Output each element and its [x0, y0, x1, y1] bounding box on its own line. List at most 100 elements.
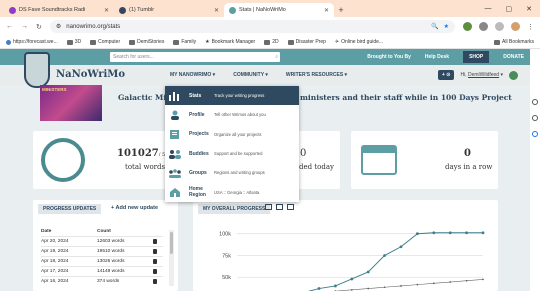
minimize-icon[interactable]: —: [485, 5, 492, 13]
data-point: [481, 231, 485, 235]
y-tick-label: 75k: [222, 253, 231, 259]
bookmark-folder[interactable]: Computer: [90, 39, 120, 45]
site-top-bar: Search for users... ⌕ Brought to You By …: [0, 49, 530, 65]
help-desk-link[interactable]: Help Desk: [425, 54, 449, 60]
table-row: Apr 16, 2024 374 words: [41, 276, 163, 286]
folder-icon: [66, 39, 73, 45]
total-words-label: total words: [125, 163, 166, 171]
back-icon[interactable]: ←: [6, 23, 13, 30]
bookmark-item[interactable]: ★ Bookmark Manager: [205, 39, 255, 45]
data-point: [383, 286, 386, 289]
nav-community[interactable]: COMMUNITY ▾: [233, 72, 268, 78]
browser-tab-3[interactable]: Stats | NaNoWriMo ✕: [224, 3, 334, 17]
panel-title: MY OVERALL PROGRESS: [198, 204, 271, 214]
donate-button[interactable]: DONATE: [503, 54, 524, 60]
browser-tab-2[interactable]: (1) Tumblr ✕: [114, 3, 224, 17]
logo-badge-icon[interactable]: [24, 52, 50, 88]
bookmark-folder[interactable]: DemiStories: [129, 39, 164, 45]
edit-icon[interactable]: [532, 99, 538, 105]
bookmark-item[interactable]: https://forecast.we...: [6, 39, 58, 45]
today-card: 0 ded today: [295, 131, 340, 189]
buddies-icon: [167, 148, 183, 160]
streak-value: 0: [464, 148, 471, 159]
extensions-icon[interactable]: [479, 22, 488, 31]
bookmark-folder[interactable]: 3D: [66, 39, 81, 45]
bookmark-star-icon[interactable]: ★: [444, 23, 449, 30]
bookmark-item[interactable]: ✈ Online bird guide...: [335, 39, 383, 45]
close-icon[interactable]: ✕: [104, 7, 109, 14]
trash-icon[interactable]: [153, 259, 157, 264]
close-icon[interactable]: ✕: [324, 7, 329, 14]
bookmark-folder[interactable]: Disaster Prep: [287, 39, 326, 45]
extension-icon[interactable]: [463, 22, 472, 31]
add-new-update-link[interactable]: + Add new update: [111, 205, 158, 211]
forward-icon[interactable]: →: [21, 23, 28, 30]
site-logo[interactable]: NaNoWriMo: [56, 69, 125, 80]
menu-item-buddies[interactable]: Buddies Support and be supported: [165, 144, 299, 163]
browser-tab-1[interactable]: DS Fave Soundtracks Radi ✕: [4, 3, 114, 17]
reload-icon[interactable]: ↻: [36, 23, 42, 31]
star-icon: ★: [205, 39, 210, 45]
maximize-icon[interactable]: ▢: [506, 5, 513, 13]
series-line: [333, 279, 484, 291]
menu-item-stats[interactable]: Stats Track your writing progress: [165, 86, 299, 106]
progress-ring: [41, 138, 85, 182]
projects-icon: [167, 128, 183, 140]
sidepanel-icon[interactable]: [495, 22, 504, 31]
avatar[interactable]: [511, 22, 520, 31]
progress-updates-panel: PROGRESS UPDATES + Add new update Date C…: [33, 200, 178, 291]
history-icon[interactable]: [532, 115, 538, 121]
user-search-input[interactable]: Search for users... ⌕: [110, 52, 280, 62]
menu-icon[interactable]: ⋮: [527, 23, 534, 31]
bookmark-folder[interactable]: Family: [173, 39, 196, 45]
data-point: [449, 281, 452, 283]
groups-icon: [167, 167, 183, 179]
search-icon[interactable]: ⌕: [275, 54, 280, 60]
progress-chart: 100k 75k 50k: [219, 231, 485, 291]
menu-item-profile[interactable]: Profile Tell other Wrimos about you: [165, 105, 299, 124]
nav-my-nanowrimo[interactable]: MY NANOWRIMO ▾: [170, 72, 215, 78]
add-update-button[interactable]: + ⊙: [437, 70, 455, 80]
tab-favicon: [119, 6, 126, 14]
notifications-icon[interactable]: [509, 70, 518, 80]
total-words-value: 101027/ 500: [117, 148, 172, 159]
tab-strip: DS Fave Soundtracks Radi ✕ (1) Tumblr ✕ …: [0, 0, 540, 17]
progress-table: Date Count Apr 20, 2024 12603 words Apr 1…: [41, 229, 163, 286]
scrollbar[interactable]: [169, 230, 174, 286]
menu-item-home-region[interactable]: Home Region USA :: Georgia :: Atlanta: [165, 182, 299, 201]
total-words-card: 101027/ 500 total words: [33, 131, 178, 189]
table-row: Apr 19, 2024 19510 words: [41, 246, 163, 256]
username-link[interactable]: DemiWildfeed: [468, 72, 499, 78]
trash-icon[interactable]: [153, 239, 157, 244]
bookmark-folder[interactable]: 2D: [264, 39, 279, 45]
sponsors-link[interactable]: Brought to You By: [367, 54, 411, 60]
address-bar-row: ← → ↻ ⚙ nanowrimo.org/stats 🔍 ★ ⋮: [0, 17, 540, 36]
globe-icon: [6, 39, 11, 45]
menu-item-groups[interactable]: Groups Regions and writing groups: [165, 163, 299, 182]
data-point: [400, 285, 402, 287]
data-point: [416, 232, 419, 236]
browser-side-rail: [530, 49, 540, 291]
bar-chart-icon[interactable]: [276, 204, 283, 210]
data-point: [416, 283, 419, 286]
close-window-icon[interactable]: ✕: [526, 5, 532, 13]
url-field[interactable]: ⚙ nanowrimo.org/stats 🔍 ★: [49, 20, 455, 33]
site-info-icon[interactable]: ⚙: [56, 23, 61, 30]
trash-icon[interactable]: [153, 249, 157, 254]
data-point: [465, 231, 468, 235]
all-bookmarks[interactable]: All Bookmarks: [494, 39, 534, 45]
line-chart-icon[interactable]: [265, 204, 272, 210]
send-icon[interactable]: [532, 131, 538, 137]
folder-icon: [287, 39, 294, 45]
tab-title: (1) Tumblr: [129, 7, 155, 13]
new-tab-button[interactable]: +: [334, 3, 348, 17]
menu-item-projects[interactable]: Projects Organize all your projects: [165, 125, 299, 144]
trash-icon[interactable]: [153, 269, 157, 274]
table-view-icon[interactable]: [287, 204, 294, 210]
shop-button[interactable]: SHOP: [463, 51, 490, 63]
trash-icon[interactable]: [153, 279, 157, 284]
close-icon[interactable]: ✕: [214, 7, 219, 14]
zoom-icon[interactable]: 🔍: [431, 23, 438, 30]
nav-writers-resources[interactable]: WRITER'S RESOURCES ▾: [286, 72, 347, 78]
nav-user-area: + ⊙ Hi, DemiWildfeed ▾: [437, 70, 530, 80]
